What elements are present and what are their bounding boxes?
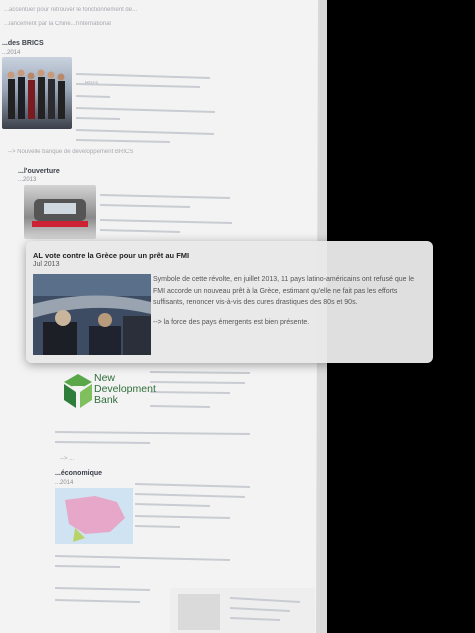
bg-date-3: ...2014 xyxy=(55,480,74,486)
card-photo xyxy=(33,274,151,355)
card-link[interactable]: --> la force des pays émergents est bien… xyxy=(153,319,309,326)
ndb-logo-mark xyxy=(64,374,92,408)
bg-heading-3: ...économique xyxy=(55,470,103,477)
card-title: AL vote contre la Grèce pour un prêt au … xyxy=(33,251,190,260)
card-date: Jul 2013 xyxy=(33,261,60,268)
ndb-logo-line-3: Bank xyxy=(94,394,118,406)
chart-thumbnail xyxy=(170,588,315,633)
article-card[interactable]: AL vote contre la Grèce pour un prêt au … xyxy=(26,241,433,363)
map-thumbnail xyxy=(55,488,133,544)
ndb-logo-text: New Development Bank xyxy=(94,373,156,406)
card-body: Symbole de cette révolte, en juillet 201… xyxy=(153,276,414,306)
bg-link-after-ndb[interactable]: --> ... xyxy=(60,455,74,463)
